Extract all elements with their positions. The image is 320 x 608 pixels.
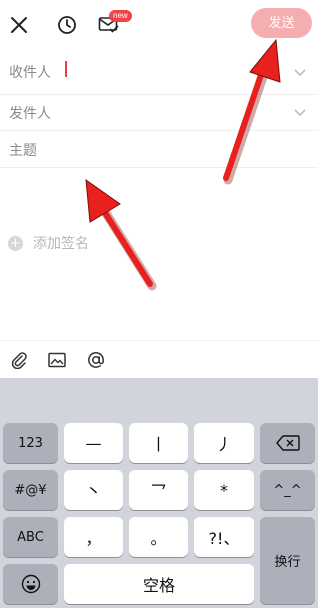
attachment-bar: [0, 340, 318, 378]
sender-label: 发件人: [9, 106, 51, 122]
key-stroke-zhe[interactable]: 乛: [129, 470, 188, 510]
key-comma[interactable]: ，: [64, 517, 123, 557]
subject-field[interactable]: 主题: [0, 131, 318, 168]
key-newline[interactable]: 换行: [260, 517, 315, 604]
sender-field[interactable]: 发件人: [0, 95, 318, 131]
key-period[interactable]: 。: [129, 517, 188, 557]
emoji-icon: [21, 574, 40, 594]
key-space[interactable]: 空格: [64, 564, 254, 604]
add-signature[interactable]: + 添加签名: [8, 234, 89, 252]
recipient-field[interactable]: 收件人: [0, 50, 318, 95]
key-punctuation[interactable]: ?!、: [194, 517, 254, 557]
chevron-down-icon[interactable]: [294, 66, 306, 78]
image-icon[interactable]: [46, 349, 68, 371]
chevron-down-icon[interactable]: [294, 106, 306, 118]
clock-icon[interactable]: [54, 12, 80, 38]
paperclip-icon[interactable]: [8, 349, 30, 371]
key-wildcard[interactable]: *: [194, 470, 254, 510]
key-symbols[interactable]: #@¥: [3, 470, 58, 510]
key-emoticon[interactable]: ^_^: [260, 470, 315, 510]
key-stroke-pie[interactable]: 丿: [194, 423, 254, 463]
key-emoji[interactable]: [3, 564, 58, 604]
text-caret: [65, 61, 67, 77]
add-signature-label: 添加签名: [33, 236, 89, 252]
plus-icon: +: [8, 235, 23, 251]
recipient-label: 收件人: [9, 65, 51, 81]
key-abc[interactable]: ABC: [3, 517, 58, 557]
compose-toolbar: new 发送: [0, 0, 318, 50]
close-icon[interactable]: [6, 12, 32, 38]
key-stroke-shu[interactable]: 丨: [129, 423, 188, 463]
subject-label: 主题: [9, 143, 37, 159]
key-stroke-heng[interactable]: —: [64, 423, 123, 463]
new-badge: new: [109, 10, 132, 22]
send-button[interactable]: 发送: [251, 8, 312, 38]
key-123[interactable]: 123: [3, 423, 58, 463]
key-stroke-dian[interactable]: 丶: [64, 470, 123, 510]
arrow-to-body: [85, 178, 157, 291]
at-mention-icon[interactable]: [85, 349, 107, 371]
keyboard: 123 — 丨 丿 #@¥ 丶 乛 * ^_^ ABC ， 。 ?!、 换行 空…: [0, 378, 318, 608]
backspace-icon: [275, 435, 300, 451]
key-backspace[interactable]: [260, 423, 315, 463]
